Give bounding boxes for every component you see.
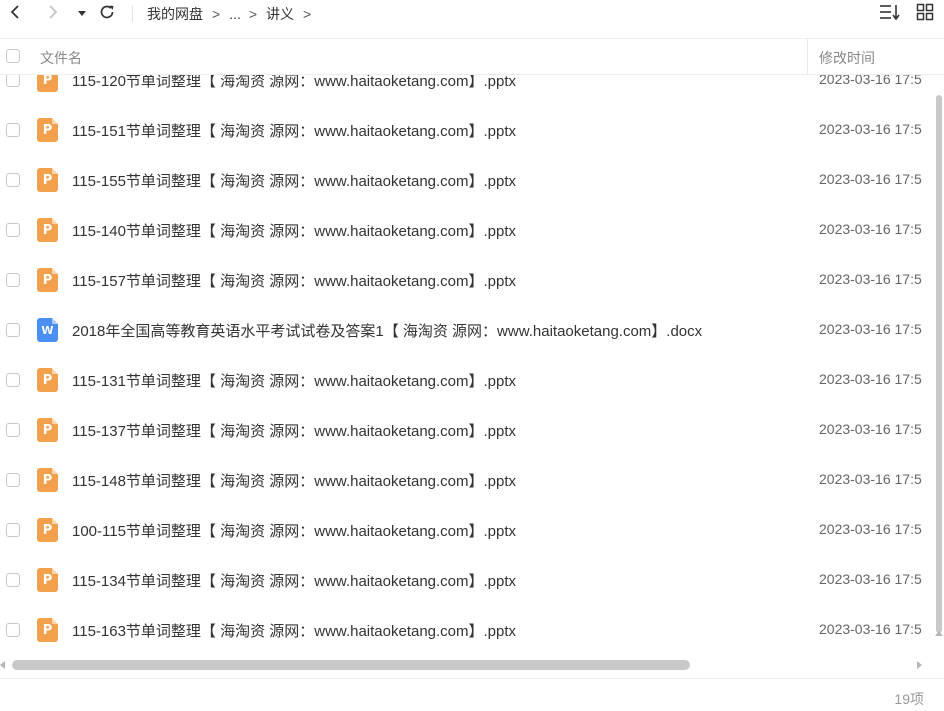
file-row[interactable]: P 115-120节单词整理【 海淘资 源网：www.haitaoketang.c… <box>0 75 936 105</box>
file-name[interactable]: 115-148节单词整理【 海淘资 源网：www.haitaoketang.co… <box>72 470 516 491</box>
breadcrumb-separator: > <box>303 6 312 22</box>
file-modified-time: 2023-03-16 17:5 <box>819 271 922 287</box>
file-modified-time: 2023-03-16 17:5 <box>819 371 922 387</box>
breadcrumb: 我的网盘 > ... > 讲义 > <box>147 4 320 24</box>
row-checkbox[interactable] <box>6 523 20 537</box>
file-modified-time: 2023-03-16 17:5 <box>819 421 922 437</box>
row-checkbox[interactable] <box>6 623 20 637</box>
file-row[interactable]: P 115-151节单词整理【 海淘资 源网：www.haitaoketang.c… <box>0 105 936 155</box>
file-row[interactable]: P 115-137节单词整理【 海淘资 源网：www.haitaoketang.c… <box>0 405 936 455</box>
file-row[interactable]: P 115-140节单词整理【 海淘资 源网：www.haitaoketang.c… <box>0 205 936 255</box>
horizontal-scrollbar[interactable] <box>0 657 944 673</box>
file-name[interactable]: 115-140节单词整理【 海淘资 源网：www.haitaoketang.co… <box>72 220 516 241</box>
file-row[interactable]: P 115-155节单词整理【 海淘资 源网：www.haitaoketang.c… <box>0 155 936 205</box>
file-modified-time: 2023-03-16 17:5 <box>819 121 922 137</box>
toolbar: 我的网盘 > ... > 讲义 > <box>0 0 944 30</box>
file-name[interactable]: 2018年全国高等教育英语水平考试试卷及答案1【 海淘资 源网：www.hait… <box>72 320 702 341</box>
forward-button[interactable] <box>44 4 62 24</box>
powerpoint-file-icon: P <box>37 568 58 592</box>
powerpoint-file-icon: P <box>37 368 58 392</box>
scroll-right-arrow-icon[interactable] <box>917 661 922 669</box>
chevron-right-icon <box>47 4 59 25</box>
powerpoint-file-icon: P <box>37 518 58 542</box>
column-time-header[interactable]: 修改时间 <box>819 48 875 68</box>
row-checkbox[interactable] <box>6 473 20 487</box>
file-name[interactable]: 115-137节单词整理【 海淘资 源网：www.haitaoketang.co… <box>72 420 516 441</box>
powerpoint-file-icon: P <box>37 618 58 642</box>
history-dropdown-button[interactable] <box>76 4 88 24</box>
file-modified-time: 2023-03-16 17:5 <box>819 321 922 337</box>
toolbar-divider <box>132 6 133 22</box>
powerpoint-file-icon: P <box>37 118 58 142</box>
file-modified-time: 2023-03-16 17:5 <box>819 171 922 187</box>
column-divider[interactable] <box>807 39 808 75</box>
file-modified-time: 2023-03-16 17:5 <box>819 75 922 87</box>
word-file-icon: W <box>37 318 58 342</box>
file-name[interactable]: 115-131节单词整理【 海淘资 源网：www.haitaoketang.co… <box>72 370 516 391</box>
file-row[interactable]: P 115-157节单词整理【 海淘资 源网：www.haitaoketang.c… <box>0 255 936 305</box>
file-name[interactable]: 115-155节单词整理【 海淘资 源网：www.haitaoketang.co… <box>72 170 516 191</box>
breadcrumb-separator: > <box>212 6 221 22</box>
grid-view-icon <box>916 3 934 26</box>
breadcrumb-root[interactable]: 我的网盘 <box>147 4 203 24</box>
file-name[interactable]: 115-157节单词整理【 海淘资 源网：www.haitaoketang.co… <box>72 270 516 291</box>
row-checkbox[interactable] <box>6 223 20 237</box>
row-checkbox[interactable] <box>6 173 20 187</box>
view-toggle-button[interactable] <box>914 3 936 26</box>
file-row[interactable]: P 100-115节单词整理【 海淘资 源网：www.haitaoketang.c… <box>0 505 936 555</box>
row-checkbox[interactable] <box>6 373 20 387</box>
column-header: 文件名 修改时间 <box>0 38 944 75</box>
vertical-scrollbar[interactable] <box>936 95 942 633</box>
file-row[interactable]: W 2018年全国高等教育英语水平考试试卷及答案1【 海淘资 源网：www.hai… <box>0 305 936 355</box>
column-name-header[interactable]: 文件名 <box>40 48 82 68</box>
refresh-icon <box>98 3 116 26</box>
file-modified-time: 2023-03-16 17:5 <box>819 571 922 587</box>
file-name[interactable]: 115-151节单词整理【 海淘资 源网：www.haitaoketang.co… <box>72 120 516 141</box>
powerpoint-file-icon: P <box>37 168 58 192</box>
powerpoint-file-icon: P <box>37 268 58 292</box>
chevron-left-icon <box>9 4 21 25</box>
file-row[interactable]: P 115-134节单词整理【 海淘资 源网：www.haitaoketang.c… <box>0 555 936 605</box>
select-all-checkbox[interactable] <box>6 49 20 63</box>
powerpoint-file-icon: P <box>37 468 58 492</box>
sort-icon <box>879 3 901 26</box>
file-name[interactable]: 115-120节单词整理【 海淘资 源网：www.haitaoketang.co… <box>72 75 516 91</box>
row-checkbox[interactable] <box>6 323 20 337</box>
file-modified-time: 2023-03-16 17:5 <box>819 221 922 237</box>
file-modified-time: 2023-03-16 17:5 <box>819 521 922 537</box>
row-checkbox[interactable] <box>6 573 20 587</box>
row-checkbox[interactable] <box>6 123 20 137</box>
file-list: P 115-120节单词整理【 海淘资 源网：www.haitaoketang.c… <box>0 75 936 658</box>
powerpoint-file-icon: P <box>37 75 58 92</box>
sort-button[interactable] <box>879 4 901 24</box>
file-modified-time: 2023-03-16 17:5 <box>819 471 922 487</box>
scroll-up-arrow-icon[interactable] <box>935 631 943 636</box>
dropdown-caret-icon <box>77 5 87 23</box>
row-checkbox[interactable] <box>6 75 20 87</box>
file-row[interactable]: P 115-148节单词整理【 海淘资 源网：www.haitaoketang.c… <box>0 455 936 505</box>
file-row[interactable]: P 115-163节单词整理【 海淘资 源网：www.haitaoketang.c… <box>0 605 936 655</box>
file-name[interactable]: 100-115节单词整理【 海淘资 源网：www.haitaoketang.co… <box>72 520 516 541</box>
file-name[interactable]: 115-163节单词整理【 海淘资 源网：www.haitaoketang.co… <box>72 620 516 641</box>
file-modified-time: 2023-03-16 17:5 <box>819 621 922 637</box>
row-checkbox[interactable] <box>6 273 20 287</box>
powerpoint-file-icon: P <box>37 218 58 242</box>
breadcrumb-current[interactable]: 讲义 <box>266 4 294 24</box>
item-count: 19项 <box>894 691 924 707</box>
refresh-button[interactable] <box>97 4 117 24</box>
file-name[interactable]: 115-134节单词整理【 海淘资 源网：www.haitaoketang.co… <box>72 570 516 591</box>
row-checkbox[interactable] <box>6 423 20 437</box>
back-button[interactable] <box>6 4 24 24</box>
breadcrumb-ellipsis[interactable]: ... <box>229 6 241 22</box>
breadcrumb-separator: > <box>248 6 258 22</box>
status-bar: 19项 <box>0 678 944 711</box>
powerpoint-file-icon: P <box>37 418 58 442</box>
horizontal-scrollbar-thumb[interactable] <box>12 660 690 670</box>
file-row[interactable]: P 115-131节单词整理【 海淘资 源网：www.haitaoketang.c… <box>0 355 936 405</box>
scroll-left-arrow-icon[interactable] <box>0 661 5 669</box>
